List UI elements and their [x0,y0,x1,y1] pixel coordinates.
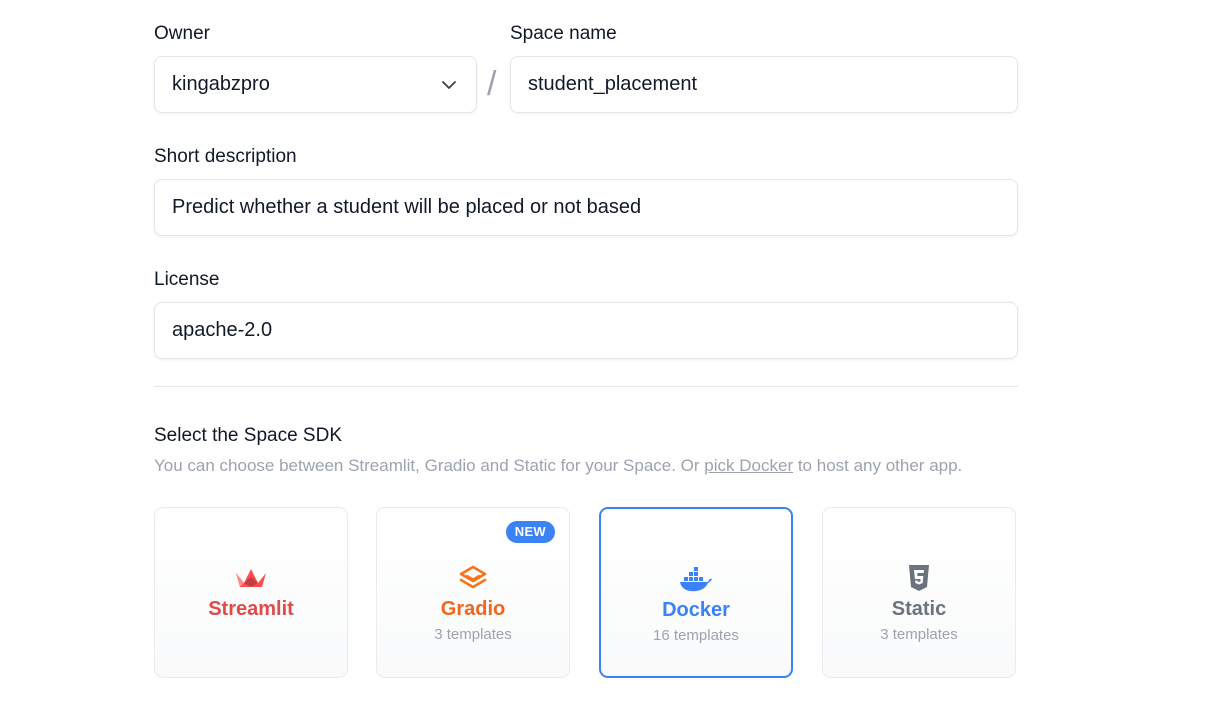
sdk-option-name: Docker [662,599,730,621]
sdk-section-title: Select the Space SDK [154,425,342,446]
chevron-down-icon [442,81,456,89]
sdk-option-templates: 16 templates [653,627,739,644]
docker-whale-icon [680,567,712,592]
sdk-option-templates: 3 templates [434,626,512,643]
sdk-subtitle-suffix: to host any other app. [793,456,963,475]
sdk-option-gradio[interactable]: NEW Gradio 3 templates [376,507,570,678]
gradio-logo-icon [459,565,487,589]
new-badge: NEW [505,521,555,543]
sdk-option-name: Streamlit [208,598,294,620]
sdk-option-name: Gradio [440,598,506,620]
sdk-option-static[interactable]: Static 3 templates [822,507,1016,678]
html5-shield-icon [909,565,929,591]
pick-docker-link[interactable]: pick Docker [704,456,793,475]
short-description-input[interactable]: Predict whether a student will be placed… [154,179,1018,236]
owner-select[interactable]: kingabzpro [154,56,477,113]
sdk-section-subtitle: You can choose between Streamlit, Gradio… [154,455,962,477]
owner-value: kingabzpro [172,73,270,95]
license-value: apache-2.0 [172,319,273,341]
section-divider [154,386,1018,387]
sdk-option-docker[interactable]: Docker 16 templates [599,507,793,678]
space-name-input[interactable]: student_placement [510,56,1018,113]
license-label: License [154,269,220,290]
space-name-label: Space name [510,23,617,44]
sdk-subtitle-prefix: You can choose between Streamlit, Gradio… [154,456,705,475]
sdk-option-streamlit[interactable]: Streamlit [154,507,348,678]
short-description-label: Short description [154,146,297,167]
short-description-value: Predict whether a student will be placed… [172,196,642,218]
streamlit-crown-icon [236,569,266,587]
space-name-value: student_placement [528,73,698,95]
owner-name-separator: / [487,65,497,103]
license-input[interactable]: apache-2.0 [154,302,1018,359]
sdk-option-templates: 3 templates [880,626,958,643]
owner-label: Owner [154,23,210,44]
sdk-option-name: Static [891,598,947,620]
